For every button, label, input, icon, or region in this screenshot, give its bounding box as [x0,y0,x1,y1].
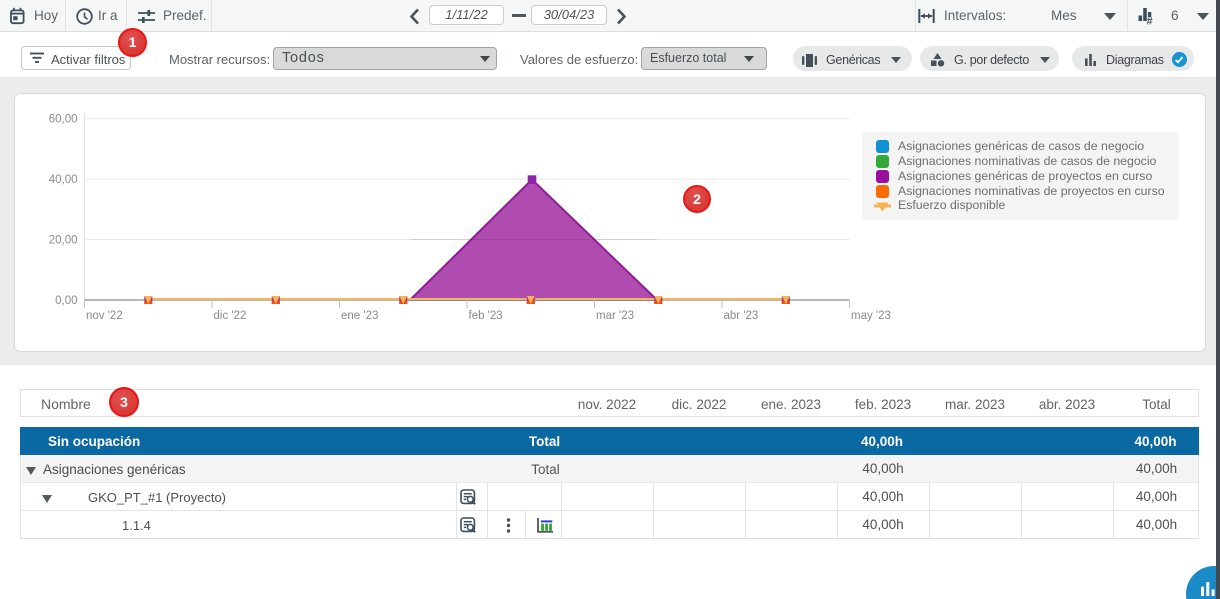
svg-text:20,00: 20,00 [49,235,78,247]
svg-text:nov '22: nov '22 [86,310,123,322]
svg-text:dic '22: dic '22 [214,310,247,322]
svg-text:may '23: may '23 [851,310,891,322]
svg-text:60,00: 60,00 [49,114,78,126]
svg-text:40,00: 40,00 [49,174,78,186]
svg-text:mar '23: mar '23 [596,310,634,322]
svg-text:feb '23: feb '23 [469,310,503,322]
svg-text:abr '23: abr '23 [724,310,759,322]
svg-text:ene '23: ene '23 [341,310,378,322]
svg-text:0,00: 0,00 [55,295,77,307]
svg-text:#: # [1147,16,1153,26]
